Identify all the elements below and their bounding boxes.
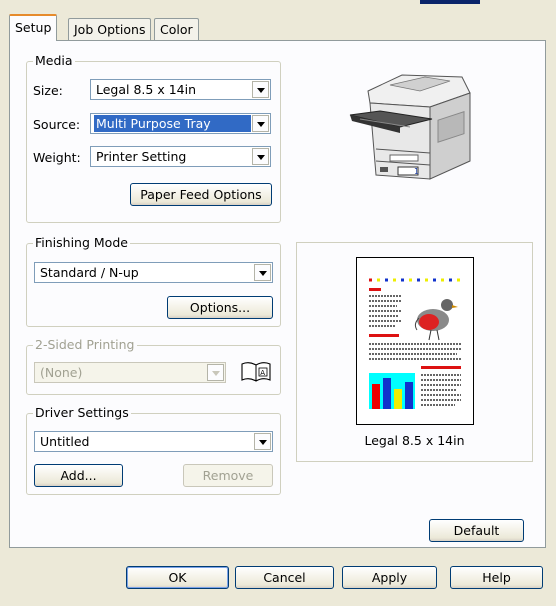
size-value: Legal 8.5 x 14in <box>96 82 196 97</box>
svg-text:A: A <box>260 369 265 377</box>
apply-button[interactable]: Apply <box>342 566 437 589</box>
weight-value: Printer Setting <box>96 149 187 164</box>
finishing-options-button[interactable]: Options... <box>167 296 273 319</box>
cancel-button[interactable]: Cancel <box>235 566 334 589</box>
paper-feed-options-button[interactable]: Paper Feed Options <box>130 183 272 206</box>
title-strip <box>0 0 556 8</box>
chevron-down-icon[interactable] <box>254 433 271 450</box>
driver-settings-value: Untitled <box>40 434 90 449</box>
finishing-mode-combo[interactable]: Standard / N-up <box>34 262 273 283</box>
default-button[interactable]: Default <box>429 519 524 542</box>
page-preview <box>356 257 474 425</box>
media-group: Media Size: Legal 8.5 x 14in Source: Mul… <box>26 53 281 223</box>
finishing-mode-group: Finishing Mode Standard / N-up Options..… <box>26 235 281 327</box>
bird-illustration <box>414 299 458 341</box>
tab-job-options[interactable]: Job Options <box>68 18 152 40</box>
source-label: Source: <box>33 117 81 132</box>
add-settings-button[interactable]: Add... <box>34 464 123 487</box>
driver-settings-combo[interactable]: Untitled <box>34 431 273 452</box>
media-group-label: Media <box>33 53 75 68</box>
two-sided-value: (None) <box>40 365 83 380</box>
two-sided-printing-label: 2-Sided Printing <box>33 337 137 352</box>
ok-button[interactable]: OK <box>126 566 229 589</box>
finishing-mode-value: Standard / N-up <box>40 265 139 280</box>
size-combo[interactable]: Legal 8.5 x 14in <box>90 79 271 100</box>
setup-tab-panel: Media Size: Legal 8.5 x 14in Source: Mul… <box>9 40 546 548</box>
chevron-down-icon[interactable] <box>207 364 224 381</box>
two-sided-printing-group: 2-Sided Printing (None) A <box>26 337 281 395</box>
tab-color[interactable]: Color <box>154 18 199 40</box>
weight-combo[interactable]: Printer Setting <box>90 146 271 167</box>
weight-label: Weight: <box>33 150 81 165</box>
chevron-down-icon[interactable] <box>252 148 269 165</box>
source-value: Multi Purpose Tray <box>94 115 251 132</box>
title-strip-accent <box>420 0 480 4</box>
preview-caption: Legal 8.5 x 14in <box>364 433 465 448</box>
two-sided-combo[interactable]: (None) <box>34 362 226 383</box>
chevron-down-icon[interactable] <box>252 115 269 132</box>
chevron-down-icon[interactable] <box>254 264 271 281</box>
svg-text:1: 1 <box>414 167 419 176</box>
driver-settings-group: Driver Settings Untitled Add... Remove <box>26 405 281 495</box>
finishing-mode-label: Finishing Mode <box>33 235 130 250</box>
source-combo[interactable]: Multi Purpose Tray <box>90 113 271 134</box>
tab-setup[interactable]: Setup <box>9 14 58 41</box>
remove-settings-button[interactable]: Remove <box>183 464 273 487</box>
chevron-down-icon[interactable] <box>252 81 269 98</box>
help-button[interactable]: Help <box>450 566 543 589</box>
page-preview-box: Legal 8.5 x 14in <box>296 242 533 462</box>
printer-image: 1 <box>340 63 490 193</box>
book-icon: A <box>239 360 273 384</box>
driver-settings-label: Driver Settings <box>33 405 131 420</box>
size-label: Size: <box>33 83 63 98</box>
